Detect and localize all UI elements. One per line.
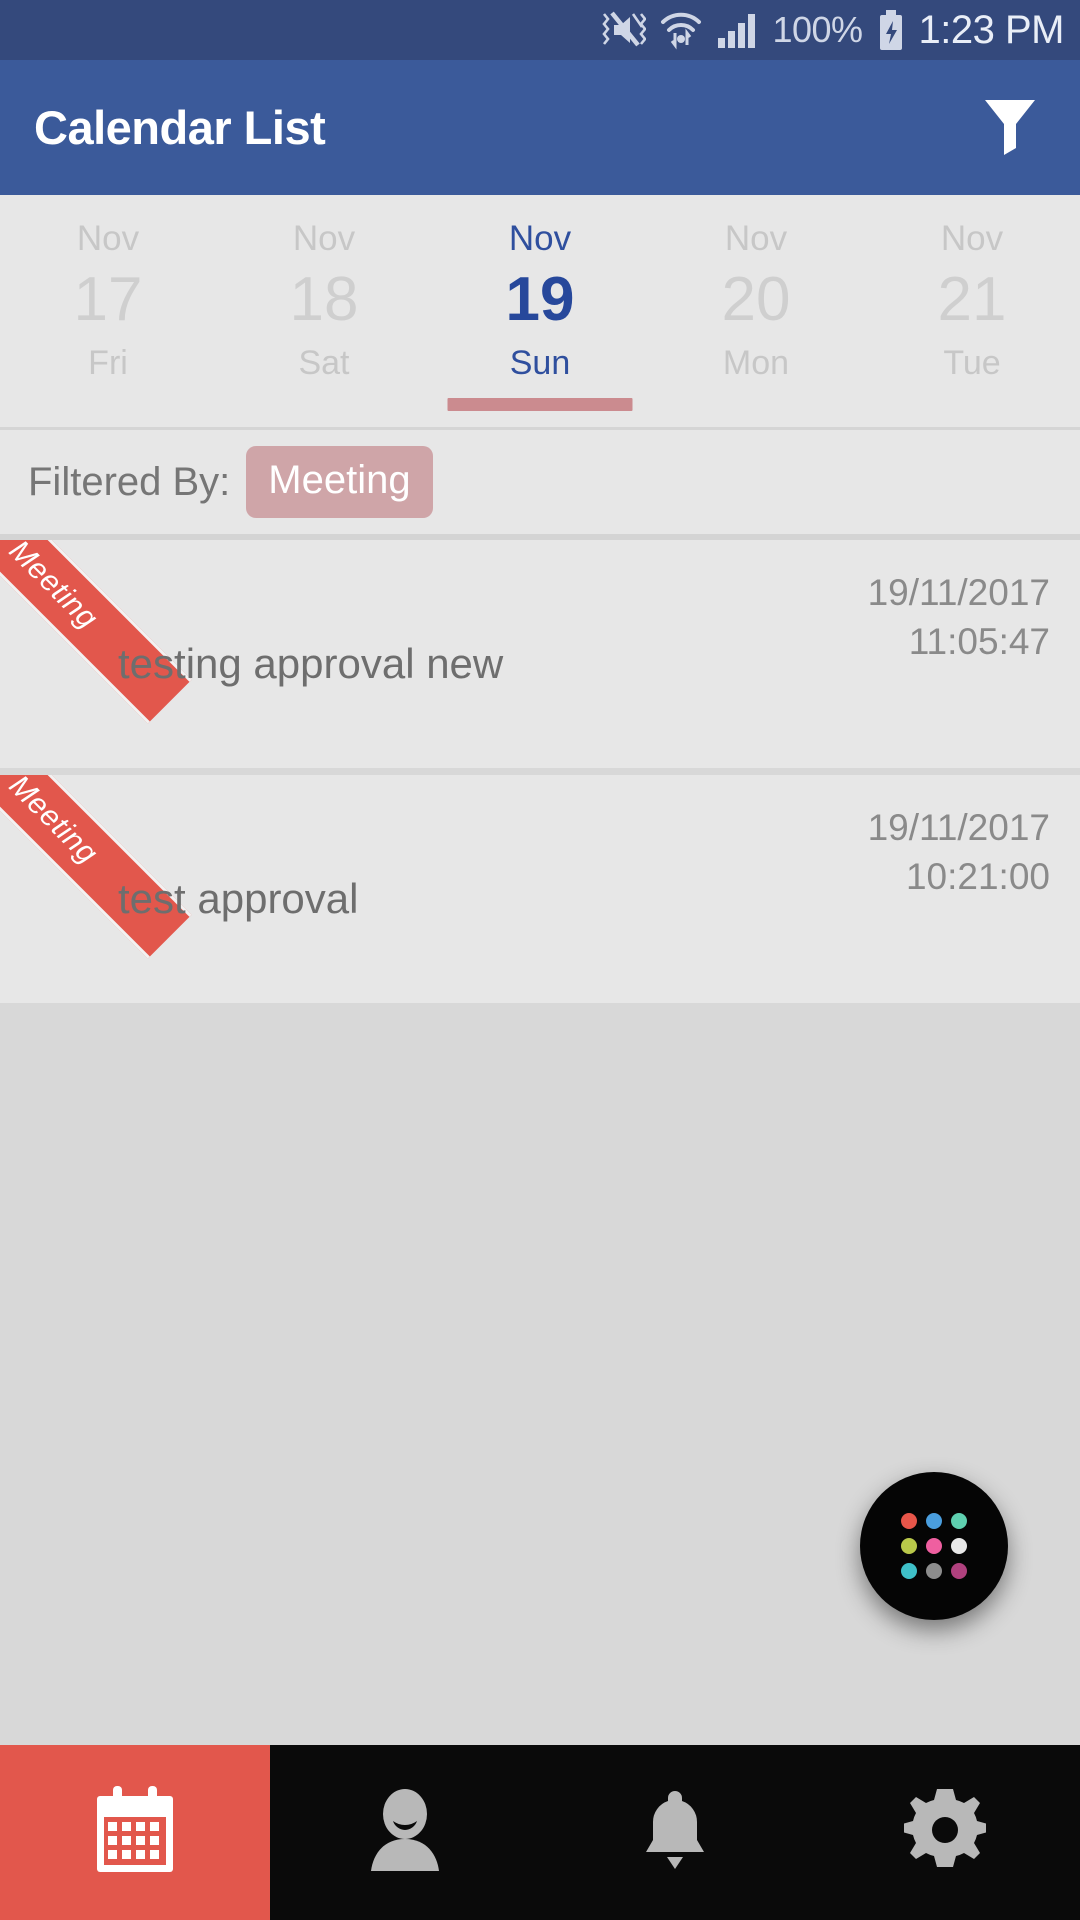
meeting-ribbon-icon: Meeting [0, 540, 192, 724]
app-bar: Calendar List [0, 60, 1080, 195]
ribbon-label: Meeting [2, 540, 104, 636]
grid-dot [951, 1563, 967, 1579]
battery-charging-icon [877, 9, 905, 51]
grid-dot [901, 1563, 917, 1579]
event-date: 19/11/2017 [867, 807, 1050, 848]
event-datetime: 19/11/2017 11:05:47 [868, 568, 1050, 666]
person-icon [365, 1787, 445, 1878]
event-time: 11:05:47 [908, 621, 1050, 663]
date-month: Nov [76, 219, 140, 258]
filter-button[interactable] [974, 92, 1046, 164]
date-item-20[interactable]: Nov 20 Mon [648, 195, 864, 427]
app-grid-fab[interactable] [860, 1472, 1008, 1620]
meeting-ribbon-icon: Meeting [0, 775, 192, 959]
date-item-19[interactable]: Nov 19 Sun [432, 195, 648, 427]
list-item[interactable]: Meeting 19/11/2017 11:05:47 testing appr… [0, 540, 1080, 768]
grid-dot [951, 1513, 967, 1529]
status-clock: 1:23 PM [918, 7, 1065, 52]
event-date: 19/11/2017 [867, 572, 1050, 613]
mute-icon [600, 11, 647, 49]
signal-icon [716, 11, 758, 49]
date-month: Nov [292, 219, 356, 258]
grid-dot [901, 1513, 917, 1529]
date-number: 18 [289, 264, 359, 334]
grid-dot [901, 1538, 917, 1554]
list-item[interactable]: Meeting 19/11/2017 10:21:00 test approva… [0, 775, 1080, 1003]
date-item-18[interactable]: Nov 18 Sat [216, 195, 432, 427]
event-list: Meeting 19/11/2017 11:05:47 testing appr… [0, 540, 1080, 1003]
status-bar: 100% 1:23 PM [0, 0, 1080, 60]
event-title: testing approval new [118, 640, 504, 687]
date-number: 20 [721, 264, 791, 334]
gear-icon [902, 1789, 988, 1876]
date-item-21[interactable]: Nov 21 Tue [864, 195, 1080, 427]
nav-item-notifications[interactable] [540, 1745, 810, 1920]
date-weekday: Tue [943, 344, 1001, 383]
nav-item-calendar[interactable] [0, 1745, 270, 1920]
date-weekday: Sat [298, 344, 350, 383]
wifi-icon [660, 9, 702, 51]
event-time: 10:21:00 [905, 856, 1050, 898]
date-selected-underline [447, 398, 633, 411]
date-weekday: Sun [509, 344, 571, 383]
date-number: 17 [73, 264, 143, 334]
bottom-navigation [0, 1745, 1080, 1920]
date-month: Nov [940, 219, 1004, 258]
grid-dot [926, 1513, 942, 1529]
date-number: 21 [937, 264, 1007, 334]
page-title: Calendar List [34, 101, 326, 154]
filtered-by-label: Filtered By: [28, 459, 231, 504]
filter-row: Filtered By: Meeting [0, 430, 1080, 540]
event-datetime: 19/11/2017 10:21:00 [868, 803, 1050, 901]
nav-item-settings[interactable] [810, 1745, 1080, 1920]
date-weekday: Fri [88, 344, 128, 383]
date-month: Nov [508, 219, 572, 258]
battery-percent-label: 100% [772, 9, 863, 50]
event-title: test approval [118, 875, 359, 922]
bell-icon [639, 1787, 711, 1878]
grid-dot [926, 1563, 942, 1579]
nav-item-profile[interactable] [270, 1745, 540, 1920]
funnel-filter-icon [981, 94, 1039, 161]
date-number: 19 [505, 264, 575, 334]
app-grid-dots-icon [901, 1513, 967, 1579]
date-month: Nov [724, 219, 788, 258]
date-strip[interactable]: Nov 17 Fri Nov 18 Sat Nov 19 Sun Nov 20 … [0, 195, 1080, 430]
date-item-17[interactable]: Nov 17 Fri [0, 195, 216, 427]
date-weekday: Mon [722, 344, 790, 383]
grid-dot [951, 1538, 967, 1554]
grid-dot [926, 1538, 942, 1554]
ribbon-label: Meeting [2, 775, 104, 871]
calendar-icon [91, 1784, 179, 1881]
filter-chip-meeting[interactable]: Meeting [246, 446, 433, 518]
